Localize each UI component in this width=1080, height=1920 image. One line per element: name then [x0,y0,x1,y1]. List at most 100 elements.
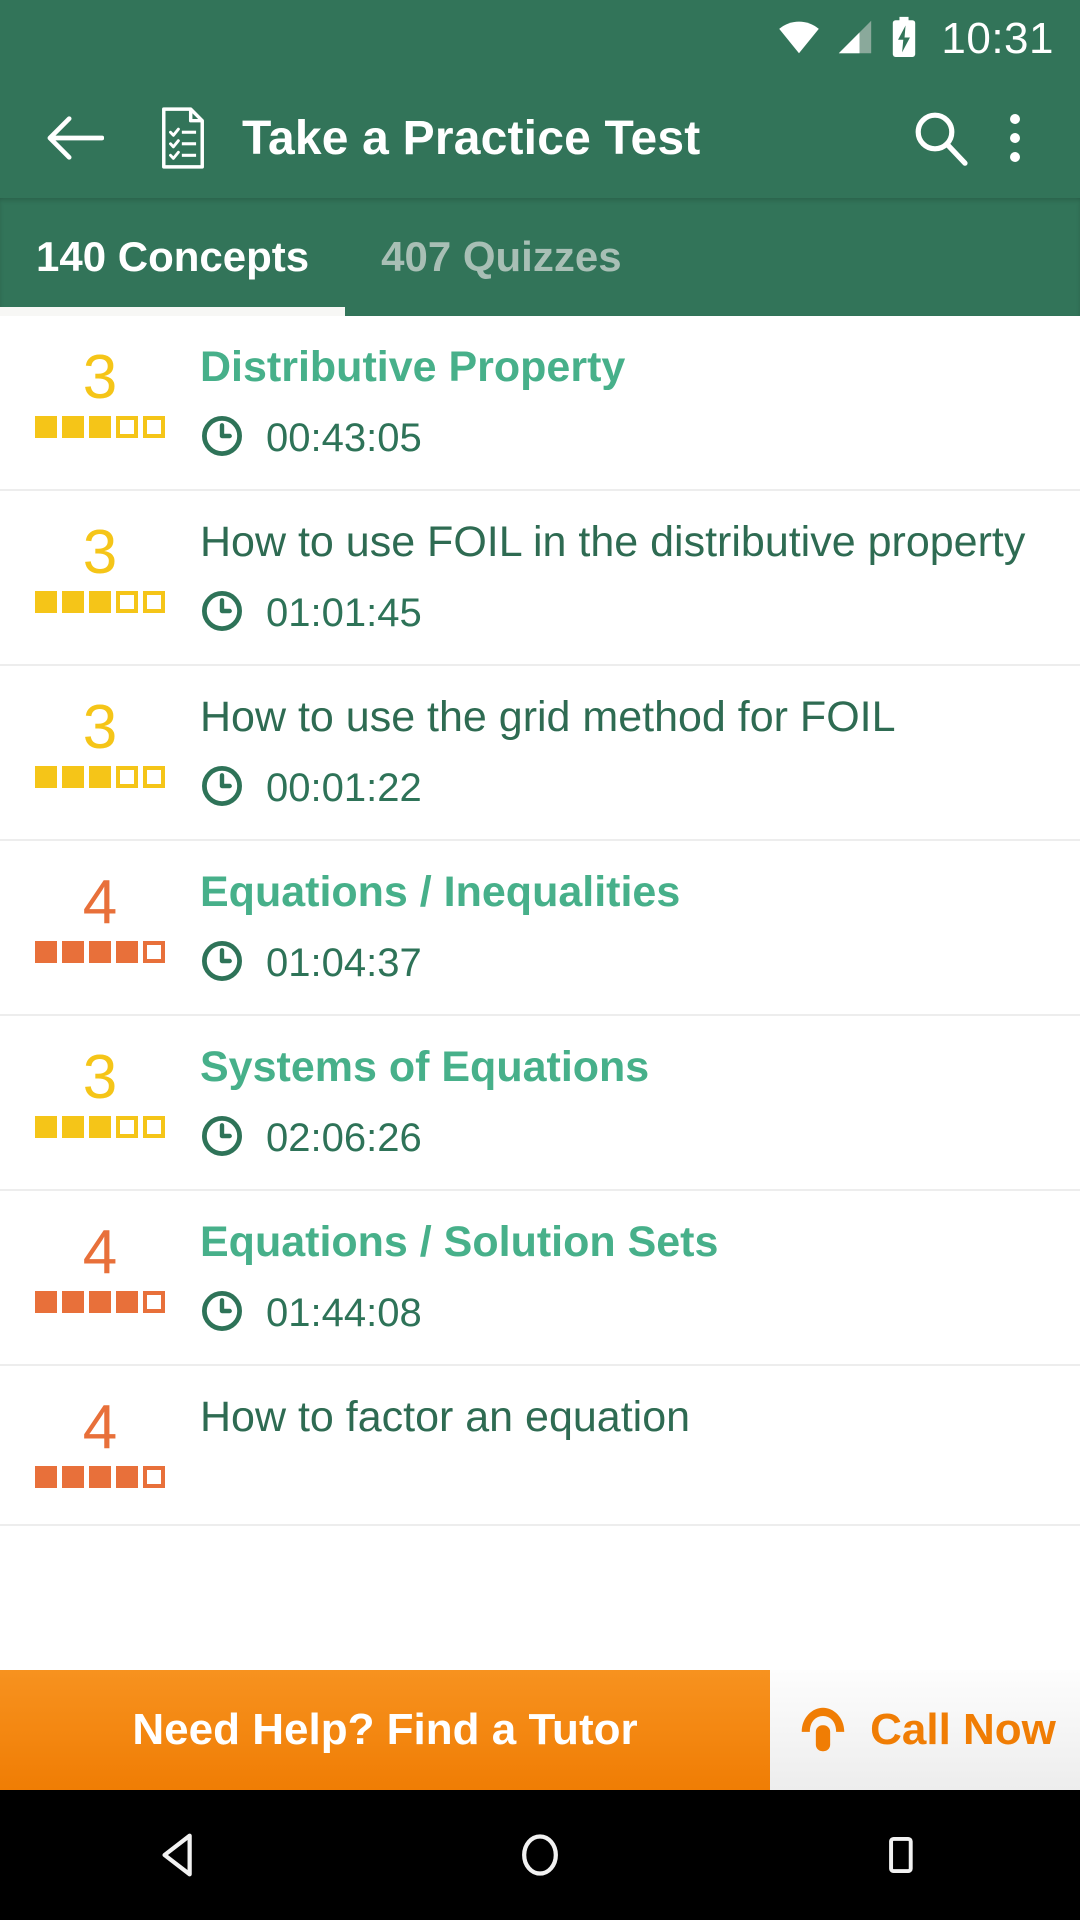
difficulty-rating-squares [35,1466,165,1488]
list-item-duration: 01:04:37 [200,939,1040,988]
difficulty-rating: 4 [0,1191,200,1313]
difficulty-rating: 4 [0,841,200,963]
clock-icon [200,764,244,813]
rating-square-filled [89,941,111,963]
rating-square-filled [116,1291,138,1313]
list-item-title: How to use FOIL in the distributive prop… [200,518,1026,566]
rating-square-filled [89,766,111,788]
rating-square-empty [143,1116,165,1138]
android-nav-bar [0,1790,1080,1920]
list-item-duration: 00:01:22 [200,764,1040,813]
list-item-duration: 01:01:45 [200,589,1040,638]
rating-square-filled [89,416,111,438]
difficulty-rating-number: 3 [82,518,118,587]
rating-square-empty [116,416,138,438]
clock-icon [200,939,244,988]
list-item-duration-text: 01:01:45 [266,591,422,635]
rating-square-filled [62,591,84,613]
tab-quizzes[interactable]: 407 Quizzes [345,198,657,316]
list-item-content: How to factor an equation [200,1366,1080,1468]
search-icon[interactable] [900,98,980,178]
nav-recents-square-icon[interactable] [830,1790,970,1920]
call-now-button[interactable]: Call Now [770,1670,1080,1790]
rating-square-empty [116,591,138,613]
list-item[interactable]: 4 How to factor an equation [0,1366,1080,1526]
rating-square-filled [35,1116,57,1138]
checklist-document-icon [154,103,212,173]
difficulty-rating-number: 3 [82,343,118,412]
difficulty-rating-number: 3 [82,1043,118,1112]
difficulty-rating: 3 [0,1016,200,1138]
nav-home-circle-icon[interactable] [470,1790,610,1920]
difficulty-rating-number: 4 [82,1218,118,1287]
rating-square-empty [143,416,165,438]
list-item[interactable]: 3 How to use the grid method for FOIL 00:0… [0,666,1080,841]
rating-square-filled [62,416,84,438]
rating-square-filled [35,941,57,963]
list-item-title: Distributive Property [200,343,626,391]
rating-square-filled [62,766,84,788]
list-item-content: Equations / Inequalities 01:04:37 [200,841,1080,1014]
difficulty-rating-number: 4 [82,868,118,937]
difficulty-rating-squares [35,591,165,613]
difficulty-rating-squares [35,766,165,788]
rating-square-empty [143,591,165,613]
find-a-tutor-label: Need Help? Find a Tutor [132,1705,638,1754]
tab-quizzes-label: 407 Quizzes [381,233,622,280]
list-item-title: Equations / Inequalities [200,868,681,916]
list-item-title: Equations / Solution Sets [200,1218,719,1266]
nav-back-triangle-icon[interactable] [110,1790,250,1920]
cellular-signal-icon [835,19,875,60]
difficulty-rating-squares [35,1291,165,1313]
rating-square-filled [62,1291,84,1313]
rating-square-empty [116,766,138,788]
tab-concepts[interactable]: 140 Concepts [0,198,346,316]
list-item-duration-text: 01:04:37 [266,941,422,985]
difficulty-rating: 3 [0,491,200,613]
list-item-content: Equations / Solution Sets 01:44:08 [200,1191,1080,1364]
difficulty-rating-number: 3 [82,693,118,762]
difficulty-rating-squares [35,416,165,438]
difficulty-rating-squares [35,1116,165,1138]
list-item[interactable]: 4 Equations / Inequalities 01:04:37 [0,841,1080,1016]
list-item-duration: 00:43:05 [200,414,1040,463]
back-arrow-icon[interactable] [40,103,110,173]
list-item[interactable]: 3 How to use FOIL in the distributive pro… [0,491,1080,666]
list-item-title: How to use the grid method for FOIL [200,693,896,741]
rating-square-filled [35,1466,57,1488]
wifi-icon [777,19,821,60]
list-item-title: Systems of Equations [200,1043,650,1091]
list-item-content: Systems of Equations 02:06:26 [200,1016,1080,1189]
rating-square-filled [35,591,57,613]
list-item-duration: 02:06:26 [200,1114,1040,1163]
status-bar: 10:31 [0,0,1080,78]
clock-icon [200,1114,244,1163]
more-vertical-icon[interactable] [980,98,1050,178]
list-item-content: Distributive Property 00:43:05 [200,316,1080,489]
call-now-label: Call Now [870,1705,1056,1754]
difficulty-rating: 3 [0,316,200,438]
tutor-banner: Need Help? Find a Tutor Call Now [0,1670,1080,1790]
clock-icon [200,1289,244,1338]
rating-square-filled [62,1116,84,1138]
list-item-duration-text: 02:06:26 [266,1116,422,1160]
overflow-dot [1010,133,1020,143]
list-item-title: How to factor an equation [200,1393,691,1441]
rating-square-filled [62,941,84,963]
list-item[interactable]: 3 Distributive Property 00:43:05 [0,316,1080,491]
list-item[interactable]: 4 Equations / Solution Sets 01:44:08 [0,1191,1080,1366]
rating-square-filled [35,766,57,788]
rating-square-empty [143,1466,165,1488]
rating-square-filled [62,1466,84,1488]
app-bar: Take a Practice Test [0,78,1080,198]
find-a-tutor-button[interactable]: Need Help? Find a Tutor [0,1670,770,1790]
list-item[interactable]: 3 Systems of Equations 02:06:26 [0,1016,1080,1191]
rating-square-filled [116,1466,138,1488]
status-bar-clock: 10:31 [941,14,1054,63]
difficulty-rating-number: 4 [82,1393,118,1462]
rating-square-filled [35,416,57,438]
list-item-content: How to use FOIL in the distributive prop… [200,491,1080,664]
clock-icon [200,589,244,638]
rating-square-filled [89,1466,111,1488]
list-item-duration-text: 01:44:08 [266,1291,422,1335]
